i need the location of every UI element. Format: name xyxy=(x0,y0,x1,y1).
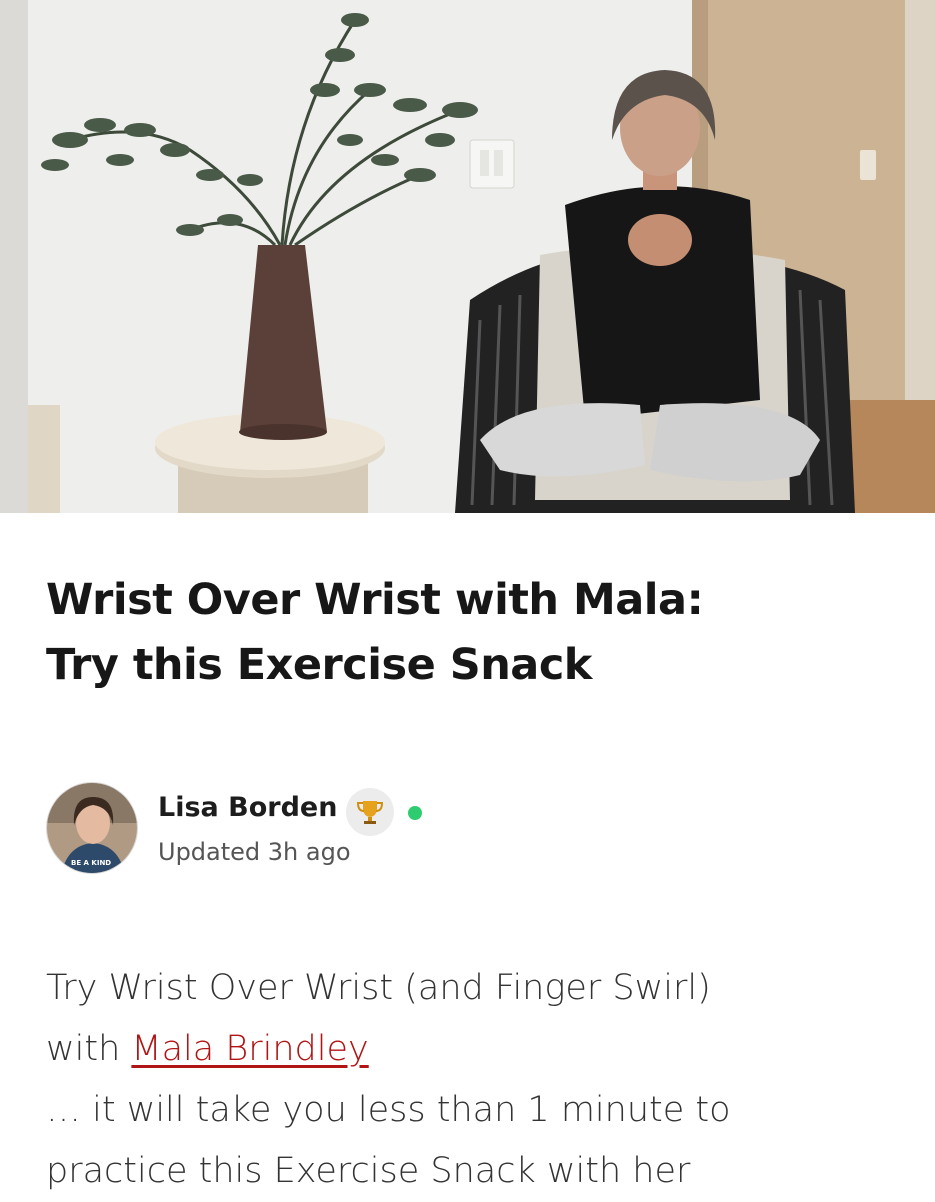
body-line-4: practice this Exercise Snack with her xyxy=(46,1151,691,1191)
avatar-image: BE A KIND xyxy=(47,783,137,873)
title-line-1: Wrist Over Wrist with Mala: xyxy=(46,575,704,625)
mala-brindley-link[interactable]: Mala Brindley xyxy=(131,1029,368,1069)
hero-illustration xyxy=(0,0,935,513)
online-status-dot xyxy=(408,806,422,820)
svg-text:BE A KIND: BE A KIND xyxy=(71,859,111,867)
body-line-3: … it will take you less than 1 minute to xyxy=(46,1090,731,1130)
body-line-1: Try Wrist Over Wrist (and Finger Swirl) xyxy=(46,968,711,1008)
title-line-2: Try this Exercise Snack xyxy=(46,640,592,690)
updated-timestamp: Updated 3h ago xyxy=(158,838,351,866)
trophy-icon xyxy=(346,788,394,836)
author-name[interactable]: Lisa Borden xyxy=(158,792,337,823)
avatar[interactable]: BE A KIND xyxy=(46,782,138,874)
article-body: Try Wrist Over Wrist (and Finger Swirl) … xyxy=(46,958,916,1202)
body-line-2-prefix: with xyxy=(46,1029,132,1069)
hero-image[interactable] xyxy=(0,0,935,513)
article-title: Wrist Over Wrist with Mala: Try this Exe… xyxy=(46,568,906,698)
author-row: BE A KIND Lisa Borden Updated 3h ago xyxy=(46,782,566,876)
